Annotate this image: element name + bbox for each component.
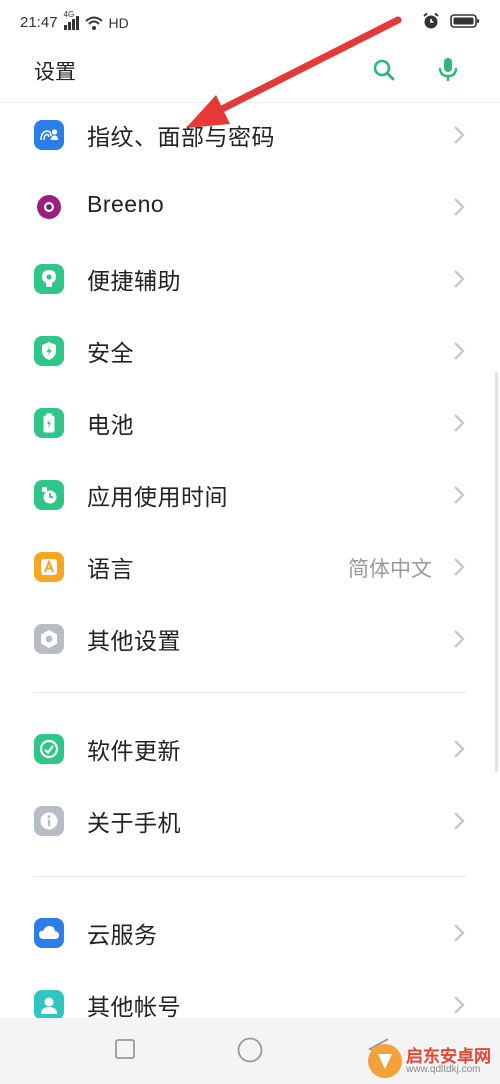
recent-apps-button[interactable]: [114, 1038, 136, 1064]
alarm-icon: [423, 12, 439, 29]
settings-item-label: 便捷辅助: [87, 269, 181, 295]
chevron-right-icon: [454, 996, 465, 1014]
settings-item-cloud-service[interactable]: 云服务: [0, 898, 500, 970]
battery-status-icon: [450, 14, 479, 28]
status-bar: 21:47 4G HD: [0, 0, 500, 48]
status-time: 21:47: [20, 14, 58, 31]
assist-icon: [34, 264, 64, 294]
settings-item-label: 语言: [87, 557, 134, 583]
settings-item-label: 电池: [87, 413, 134, 439]
shield-icon: [34, 336, 64, 366]
chevron-right-icon: [454, 924, 465, 942]
settings-item-security[interactable]: 安全: [0, 316, 500, 388]
cloud-icon: [34, 918, 64, 948]
home-button[interactable]: [236, 1036, 264, 1068]
settings-item-label: 云服务: [87, 923, 158, 949]
wifi-icon: [84, 16, 103, 30]
fingerprint-face-icon: [34, 120, 64, 150]
watermark-url: www.qdltdkj.com: [406, 1064, 481, 1075]
settings-item-software-update[interactable]: 软件更新: [0, 714, 500, 786]
settings-item-label: 安全: [87, 341, 134, 367]
voice-search-button[interactable]: [432, 54, 464, 86]
chevron-right-icon: [454, 630, 465, 648]
chevron-right-icon: [454, 558, 465, 576]
settings-item-convenience-assist[interactable]: 便捷辅助: [0, 244, 500, 316]
search-button[interactable]: [368, 54, 400, 86]
settings-item-language[interactable]: 语言 简体中文: [0, 532, 500, 604]
settings-item-breeno[interactable]: Breeno: [0, 172, 500, 244]
header: 设置: [0, 48, 500, 103]
square-icon: [115, 1039, 135, 1059]
signal-icon: 4G: [63, 10, 79, 30]
settings-item-other-settings[interactable]: 其他设置: [0, 604, 500, 676]
section-divider: [34, 876, 466, 877]
about-phone-icon: [34, 806, 64, 836]
settings-item-app-usage-time[interactable]: 应用使用时间: [0, 460, 500, 532]
chevron-right-icon: [454, 740, 465, 758]
chevron-right-icon: [454, 812, 465, 830]
search-icon: [373, 59, 395, 81]
chevron-right-icon: [454, 486, 465, 504]
settings-item-label: 其他设置: [87, 629, 181, 655]
watermark-logo-icon: [368, 1044, 402, 1078]
account-icon: [34, 990, 64, 1020]
settings-item-battery[interactable]: 电池: [0, 388, 500, 460]
settings-item-label: 关于手机: [87, 811, 181, 837]
language-icon: [34, 552, 64, 582]
mic-icon: [438, 58, 458, 81]
network-type: 4G: [63, 9, 75, 19]
current-language-value: 简体中文: [348, 557, 432, 581]
settings-item-label: 应用使用时间: [87, 485, 228, 511]
settings-item-label: Breeno: [87, 191, 165, 217]
software-update-icon: [34, 734, 64, 764]
page-title: 设置: [34, 60, 76, 84]
other-settings-icon: [34, 624, 64, 654]
battery-icon: [34, 408, 64, 438]
settings-item-label: 指纹、面部与密码: [87, 125, 275, 151]
circle-icon: [237, 1037, 263, 1063]
breeno-icon: [34, 192, 64, 222]
app-usage-icon: [34, 480, 64, 510]
chevron-right-icon: [454, 270, 465, 288]
settings-item-about-phone[interactable]: 关于手机: [0, 786, 500, 858]
chevron-right-icon: [454, 342, 465, 360]
chevron-right-icon: [454, 414, 465, 432]
section-divider: [34, 692, 466, 693]
hd-indicator: HD: [108, 14, 129, 31]
chevron-right-icon: [454, 198, 465, 216]
settings-item-label: 软件更新: [87, 739, 181, 765]
settings-item-label: 其他帐号: [87, 995, 181, 1021]
settings-item-fingerprint-face-password[interactable]: 指纹、面部与密码: [0, 100, 500, 172]
chevron-right-icon: [454, 126, 465, 144]
scroll-indicator[interactable]: [495, 372, 498, 772]
watermark: 启东安卓网 www.qdltdkj.com: [366, 1040, 500, 1084]
